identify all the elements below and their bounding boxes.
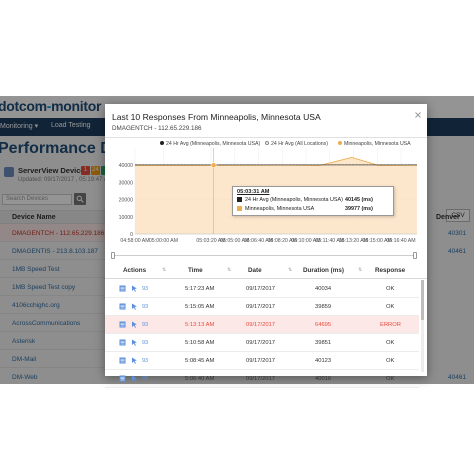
legend-label: Minneapolis, Minnesota USA — [344, 141, 411, 147]
col-time[interactable]: Time — [188, 267, 203, 274]
table-row[interactable]: 93 5:17:23 AM 09/17/2017 40034 OK — [105, 280, 419, 298]
cell-response: OK — [386, 358, 395, 364]
tooltip-value-location: 39977 (ms) — [345, 206, 373, 212]
cell-time: 5:17:23 AM — [185, 286, 215, 292]
chart-tooltip: 05:03:31 AM 24 Hr Avg (Minneapolis, Minn… — [232, 186, 394, 216]
series-swatch-icon — [237, 197, 242, 202]
cell-response: ERROR — [380, 322, 401, 328]
col-actions: Actions — [123, 267, 147, 274]
cell-time: 5:13:13 AM — [185, 322, 215, 328]
cell-date: 09/17/2017 — [246, 358, 276, 364]
cell-date: 09/17/2017 — [246, 340, 276, 346]
details-link[interactable]: 93 — [142, 358, 148, 364]
series-swatch-icon — [237, 206, 242, 211]
table-row[interactable]: 93 5:06:40 AM 09/17/2017 40016 OK — [105, 370, 419, 388]
tooltip-value-avg: 40145 (ms) — [345, 197, 373, 203]
details-link[interactable]: 93 — [142, 286, 148, 292]
tooltip-label: Minneapolis, Minnesota USA — [245, 206, 315, 212]
cell-duration: 40034 — [315, 286, 332, 292]
legend-label: 24 Hr Avg (All Locations) — [271, 141, 328, 147]
pointer-icon[interactable] — [131, 357, 138, 364]
col-response[interactable]: Response — [375, 267, 405, 274]
cell-duration: 39859 — [315, 304, 332, 310]
cell-duration: 64695 — [315, 322, 332, 328]
legend-dot-icon — [338, 141, 342, 145]
data-point-highlighted[interactable] — [210, 162, 217, 169]
table-row[interactable]: 93 5:15:05 AM 09/17/2017 39859 OK — [105, 298, 419, 316]
tooltip-label: 24 Hr Avg (Minneapolis, Minnesota USA) — [245, 197, 343, 203]
details-link[interactable]: 93 — [142, 340, 148, 346]
range-slider-track[interactable] — [113, 255, 415, 256]
y-tick-label: 40000 — [119, 163, 134, 169]
sort-icon[interactable]: ⇅ — [227, 267, 231, 273]
details-link[interactable]: 93 — [142, 322, 148, 328]
pointer-icon[interactable] — [131, 321, 138, 328]
cell-date: 09/17/2017 — [246, 376, 276, 382]
pointer-icon[interactable] — [131, 375, 138, 382]
chart-view-icon[interactable] — [119, 357, 126, 364]
sort-icon[interactable]: ⇅ — [358, 267, 362, 273]
cell-duration: 40016 — [315, 376, 332, 382]
legend-dot-icon — [265, 141, 269, 145]
sort-icon[interactable]: ⇅ — [162, 267, 166, 273]
cell-duration: 39851 — [315, 340, 332, 346]
x-tick-label: 05:00:00 AM — [149, 238, 178, 244]
cell-date: 09/17/2017 — [246, 304, 276, 310]
y-tick-label: 10000 — [119, 215, 134, 221]
cell-time: 5:15:05 AM — [185, 304, 215, 310]
chart-view-icon[interactable] — [119, 375, 126, 382]
pointer-icon[interactable] — [131, 285, 138, 292]
table-row[interactable]: 93 5:08:45 AM 09/17/2017 40123 OK — [105, 352, 419, 370]
legend-item-minneapolis[interactable]: Minneapolis, Minnesota USA — [338, 141, 411, 147]
cell-duration: 40123 — [315, 358, 332, 364]
cell-time: 5:10:58 AM — [185, 340, 215, 346]
screenshot-stage: dotcom-monitor Monitoring ▾ Load Testing… — [0, 0, 474, 474]
close-icon[interactable] — [414, 111, 422, 119]
tooltip-time: 05:03:31 AM — [237, 189, 270, 195]
table-row[interactable]: 93 5:13:13 AM 09/17/2017 64695 ERROR — [105, 316, 419, 334]
details-link[interactable]: 93 — [142, 304, 148, 310]
responses-table-header: Actions ⇅ Time ⇅ Date ⇅ Duration (ms) ⇅ … — [105, 264, 427, 279]
range-slider-left-handle[interactable] — [111, 252, 115, 259]
chart-view-icon[interactable] — [119, 285, 126, 292]
chart-view-icon[interactable] — [119, 303, 126, 310]
col-duration[interactable]: Duration (ms) — [303, 267, 344, 274]
cell-response: OK — [386, 340, 395, 346]
cell-date: 09/17/2017 — [246, 286, 276, 292]
sort-icon[interactable]: ⇅ — [288, 267, 292, 273]
pointer-icon[interactable] — [131, 303, 138, 310]
legend-item-24hr-all[interactable]: 24 Hr Avg (All Locations) — [265, 141, 328, 147]
table-row[interactable]: 93 5:10:58 AM 09/17/2017 39851 OK — [105, 334, 419, 352]
responses-modal: Last 10 Responses From Minneapolis, Minn… — [105, 104, 427, 388]
cell-response: OK — [386, 304, 395, 310]
x-tick-label: 05:16:40 AM — [386, 238, 415, 244]
details-link[interactable]: 93 — [142, 376, 148, 382]
cell-response: OK — [386, 286, 395, 292]
modal-title: Last 10 Responses From Minneapolis, Minn… — [112, 112, 321, 122]
legend-item-24hr-minneapolis[interactable]: 24 Hr Avg (Minneapolis, Minnesota USA) — [160, 141, 260, 147]
chart-view-icon[interactable] — [119, 339, 126, 346]
x-tick-label: 04:58:00 AM — [120, 238, 149, 244]
cell-time: 5:08:45 AM — [185, 358, 215, 364]
y-tick-label: 20000 — [119, 198, 134, 204]
tooltip-row-avg: 24 Hr Avg (Minneapolis, Minnesota USA) — [237, 197, 343, 203]
cell-response: OK — [386, 376, 395, 382]
cell-date: 09/17/2017 — [246, 322, 276, 328]
range-slider-right-handle[interactable] — [413, 252, 417, 259]
col-date[interactable]: Date — [248, 267, 262, 274]
tooltip-row-location: Minneapolis, Minnesota USA — [237, 206, 314, 212]
legend-dot-icon — [160, 141, 164, 145]
modal-divider — [105, 137, 427, 138]
table-scrollbar-thumb[interactable] — [421, 280, 424, 320]
pointer-icon[interactable] — [131, 339, 138, 346]
y-tick-label: 30000 — [119, 180, 134, 186]
cell-time: 5:06:40 AM — [185, 376, 215, 382]
legend-label: 24 Hr Avg (Minneapolis, Minnesota USA) — [166, 141, 261, 147]
modal-subtitle: DMAGENTCH - 112.65.229.186 — [112, 125, 202, 132]
chart-view-icon[interactable] — [119, 321, 126, 328]
